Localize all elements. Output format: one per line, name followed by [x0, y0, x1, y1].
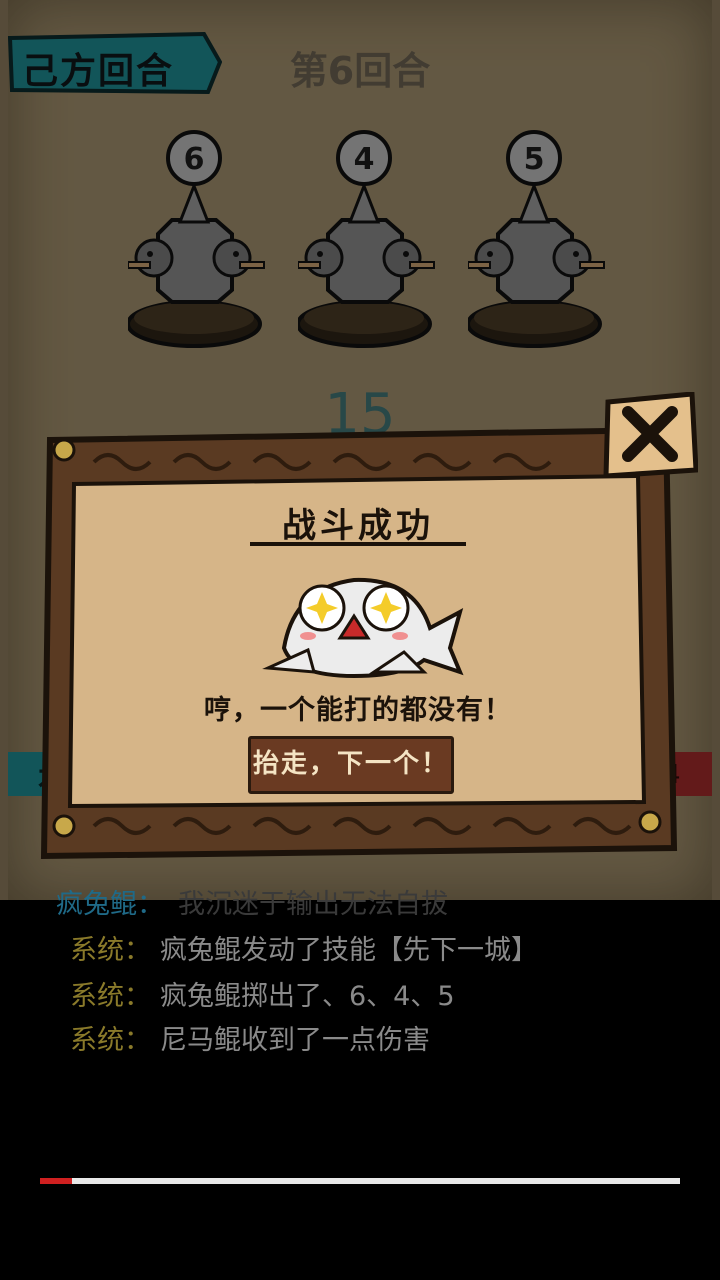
progress-fill [40, 1178, 72, 1184]
fish-mascot-icon [262, 577, 464, 678]
dialog-title: 战斗成功 [282, 506, 434, 546]
dialog-message: 哼，一个能打的都没有！ [204, 695, 512, 726]
log-speaker: 系统： [70, 1025, 151, 1056]
log-text: 我沉迷于输出无法自拔 [178, 889, 448, 920]
log-text: 疯兔鲲发动了技能【先下一城】 [160, 935, 538, 966]
log-speaker: 系统： [70, 981, 151, 1012]
close-dialog-button[interactable] [602, 391, 699, 479]
next-opponent-button[interactable]: 抬走，下一个！ [248, 736, 454, 794]
log-text: 疯兔鲲掷出了、6、4、5 [160, 981, 455, 1012]
title-underline [250, 542, 466, 546]
die-value: 4 [353, 142, 375, 177]
battle-result-dialog: 战斗成功 哼，一个能打的都没有！ 抬走，下一个！ [34, 418, 682, 864]
log-speaker: 疯兔鲲： [56, 889, 164, 920]
die-value: 5 [523, 142, 545, 177]
close-x-icon [603, 391, 699, 479]
video-progress-bar[interactable] [40, 1178, 680, 1184]
die-value: 6 [183, 142, 205, 177]
log-text: 尼马鲲收到了一点伤害 [160, 1025, 430, 1056]
log-speaker: 系统： [70, 935, 151, 966]
